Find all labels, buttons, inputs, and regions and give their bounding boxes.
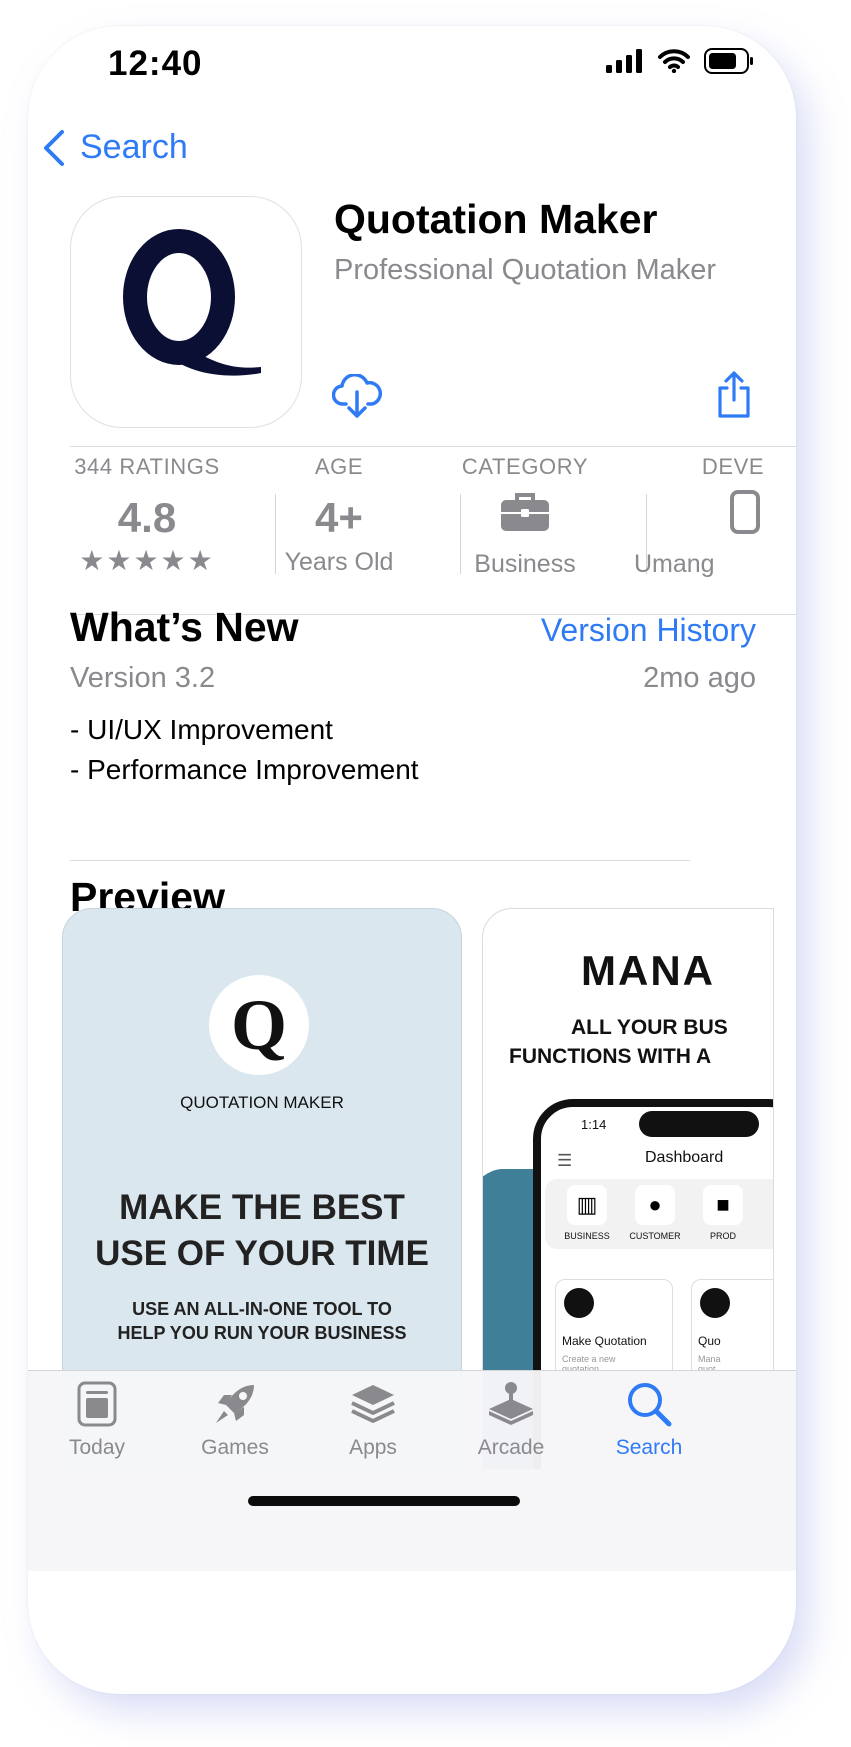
age-label: AGE	[314, 454, 364, 479]
tab-games[interactable]: Games	[170, 1381, 300, 1460]
card-title: Make Quotation	[562, 1334, 647, 1348]
phone-screen: 12:40 Search Quotation Maker Professiona…	[28, 26, 796, 1694]
apps-stack-icon	[351, 1385, 395, 1423]
home-indicator[interactable]	[248, 1496, 520, 1506]
developer-label: DEVE	[701, 454, 765, 479]
tile-label: CUSTOMER	[629, 1231, 681, 1241]
rating-value: 4.8	[117, 494, 177, 541]
developer-info[interactable]: DEVE Umang	[612, 442, 796, 579]
app-subtitle: Professional Quotation Maker	[334, 254, 717, 286]
release-note: - Performance Improvement	[70, 754, 419, 785]
age-sub: Years Old	[284, 548, 394, 576]
chevron-left-icon	[44, 129, 64, 166]
developer-icon	[730, 490, 760, 534]
preview-logo: Q	[209, 975, 309, 1075]
tab-label: Games	[201, 1436, 269, 1459]
age-info[interactable]: AGE 4+ Years Old	[236, 442, 442, 577]
version-date: 2mo ago	[643, 662, 756, 694]
whats-new-title: What’s New	[70, 604, 299, 650]
preview-subtext-line: USE AN ALL-IN-ONE TOOL TO	[132, 1299, 392, 1319]
category-value: Business	[474, 550, 576, 578]
quotation-list-icon	[700, 1288, 730, 1318]
tile-label: BUSINESS	[564, 1231, 610, 1241]
briefcase-icon	[501, 493, 549, 531]
tab-arcade[interactable]: Arcade	[446, 1381, 576, 1460]
category-info[interactable]: CATEGORY Business	[422, 442, 628, 579]
tab-search[interactable]: Search	[584, 1381, 714, 1460]
today-icon	[77, 1381, 117, 1427]
preview2-sub: ALL YOUR BUS FUNCTIONS WITH A	[509, 1013, 728, 1071]
rocket-icon	[216, 1385, 254, 1423]
preview2-dashboard: Dashboard	[645, 1149, 724, 1166]
search-icon	[628, 1383, 672, 1427]
developer-value: Umang	[634, 550, 715, 578]
signal-icon	[606, 49, 642, 73]
user-icon: ●	[635, 1185, 675, 1225]
preview2-phone-time: 1:14	[581, 1117, 607, 1132]
tile-label: PROD	[709, 1231, 736, 1241]
tab-bar: Today Games Apps Arcade Search	[28, 1370, 796, 1571]
preview-subtext-line: HELP YOU RUN YOUR BUSINESS	[117, 1323, 407, 1343]
preview-brand: QUOTATION MAKER	[180, 1093, 344, 1112]
divider	[70, 860, 690, 861]
preview-headline-line: MAKE THE BEST	[119, 1188, 405, 1227]
preview-logo-letter: Q	[230, 984, 287, 1065]
card-title: Quo	[698, 1334, 721, 1348]
star-rating-icon: ★★★★★	[79, 545, 215, 576]
q-logo-icon	[123, 229, 261, 376]
menu-icon: ☰	[557, 1151, 573, 1170]
back-label: Search	[80, 128, 188, 166]
tile-business: ▥ BUSINESS	[557, 1185, 617, 1241]
category-label: CATEGORY	[461, 454, 589, 479]
tile-product: ■ PROD	[693, 1185, 753, 1241]
preview-headline-line: USE OF YOUR TIME	[95, 1234, 429, 1273]
box-icon: ■	[703, 1185, 743, 1225]
release-note: - UI/UX Improvement	[70, 714, 333, 745]
preview2-island	[639, 1111, 759, 1137]
tab-label: Today	[68, 1436, 126, 1459]
age-value: 4+	[315, 494, 363, 541]
preview2-sub-line: ALL YOUR BUS	[571, 1016, 728, 1039]
building-icon: ▥	[567, 1185, 607, 1225]
back-button[interactable]: Search	[42, 128, 188, 167]
ratings-label: 344 RATINGS	[74, 454, 220, 479]
tab-label: Arcade	[477, 1436, 545, 1459]
preview2-tiles-row: ▥ BUSINESS ● CUSTOMER ■ PROD	[545, 1179, 773, 1249]
version-history-link[interactable]: Version History	[541, 612, 756, 649]
app-title: Quotation Maker	[334, 196, 658, 242]
wifi-icon	[658, 49, 690, 73]
status-icons	[606, 48, 754, 74]
preview-subtext: USE AN ALL-IN-ONE TOOL TO HELP YOU RUN Y…	[63, 1297, 461, 1345]
battery-icon	[704, 48, 753, 74]
download-cloud-icon[interactable]	[332, 374, 382, 420]
tab-apps[interactable]: Apps	[308, 1381, 438, 1460]
tile-customer: ● CUSTOMER	[625, 1185, 685, 1241]
tab-label: Search	[615, 1436, 683, 1459]
preview-headline: MAKE THE BEST USE OF YOUR TIME	[63, 1185, 461, 1277]
preview2-sub-line: FUNCTIONS WITH A	[509, 1045, 712, 1068]
app-icon	[70, 196, 302, 428]
share-icon[interactable]	[716, 370, 752, 418]
release-notes: - UI/UX Improvement - Performance Improv…	[70, 710, 419, 790]
tab-label: Apps	[349, 1436, 397, 1459]
ratings-info[interactable]: 344 RATINGS 4.8 ★★★★★	[44, 442, 250, 577]
version-label: Version 3.2	[70, 662, 216, 694]
joystick-icon	[489, 1382, 533, 1425]
status-time: 12:40	[108, 44, 203, 83]
tab-today[interactable]: Today	[32, 1381, 162, 1460]
quotation-icon	[564, 1288, 594, 1318]
preview2-headline: MANA	[581, 947, 715, 994]
